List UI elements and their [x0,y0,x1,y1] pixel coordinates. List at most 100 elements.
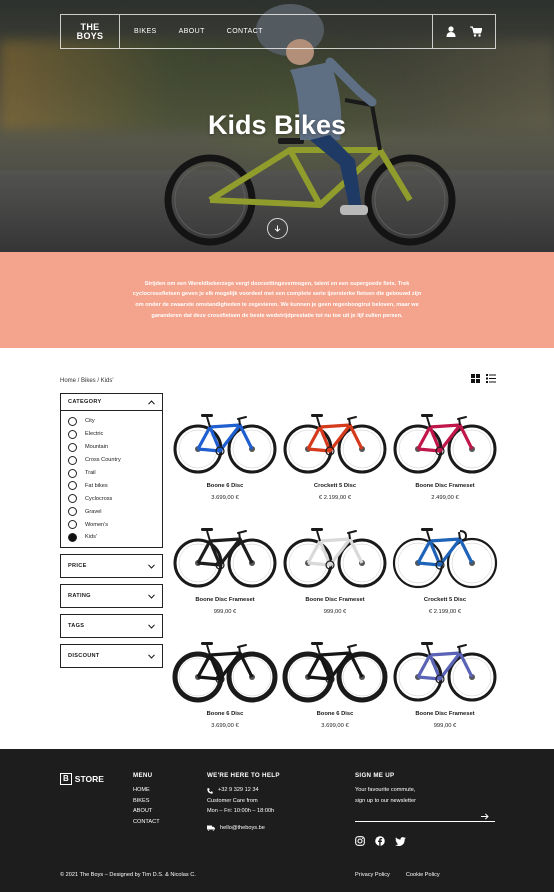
footer-email[interactable]: hello@theboys.be [220,823,265,833]
product-price: 999,00 € [433,723,457,729]
nav-icons [432,15,495,48]
radio-button[interactable] [68,507,77,517]
chevron-down-icon [148,563,155,569]
product-card[interactable]: Crockett 5 Disc € 2.199,00 € [390,513,500,615]
view-toggle [471,374,496,383]
newsletter-email-input[interactable] [355,812,495,822]
footer-care-line1: Customer Care from [207,797,258,804]
product-card[interactable]: Boone Disc Frameset 999,00 € [280,513,390,615]
category-option[interactable]: Mountain [68,441,162,454]
product-card[interactable]: Boone 6 Disc 3.699,00 € [170,399,280,501]
footer: B STORE MENU HOME BIKES ABOUT CONTACT WE… [0,749,554,892]
newsletter-line2: sign up to our newsletter [355,797,416,804]
product-card[interactable]: Boone Disc Frameset 999,00 € [170,513,280,615]
other-filters: PRICE RATING TAGS DISCOUNT [60,554,163,668]
category-option[interactable]: Trail [68,467,162,480]
bike-image[interactable] [282,633,388,705]
newsletter-line1: Your favourite commute, [355,787,416,794]
product-name[interactable]: Boone Disc Frameset [390,483,500,489]
footer-link-contact[interactable]: CONTACT [133,817,160,827]
footer-logo[interactable]: B STORE [60,773,104,785]
cart-icon[interactable] [469,26,482,37]
footer-link-about[interactable]: ABOUT [133,806,160,816]
twitter-icon[interactable] [395,836,406,846]
product-card[interactable]: Crockett 5 Disc € 2.199,00 € [280,399,390,501]
category-option-label: Fat bikes [85,482,108,489]
category-option-label: Mountain [85,444,109,451]
category-option-label: Cyclocross [85,495,113,502]
grid-view-icon[interactable] [471,374,480,383]
product-name[interactable]: Boone Disc Frameset [280,597,390,603]
scroll-down-button[interactable] [267,218,288,239]
product-name[interactable]: Boone 6 Disc [170,711,280,717]
cookie-policy-link[interactable]: Cookie Policy [406,872,440,878]
product-card[interactable]: Boone 6 Disc 3.699,00 € [280,627,390,729]
radio-button[interactable] [68,532,77,542]
radio-button[interactable] [68,494,77,504]
filter-rating[interactable]: RATING [60,584,163,608]
radio-button[interactable] [68,429,77,439]
nav-link-bikes[interactable]: BIKES [134,28,157,35]
radio-button[interactable] [68,416,77,426]
bike-image[interactable] [392,519,498,591]
filter-price[interactable]: PRICE [60,554,163,578]
category-option[interactable]: Electric [68,428,162,441]
product-card[interactable]: Boone 6 Disc 3.699,00 € [170,627,280,729]
bike-image[interactable] [172,519,278,591]
radio-button[interactable] [68,520,77,530]
user-icon[interactable] [446,26,456,37]
footer-link-home[interactable]: HOME [133,785,160,795]
bike-image[interactable] [172,405,278,477]
product-price: € 2.199,00 € [318,495,352,501]
footer-care-line2: Mon – Fri: 10:00h – 18:00h [207,808,275,815]
product-name[interactable]: Boone 6 Disc [170,483,280,489]
product-price: 2.499,00 € [431,495,459,501]
nav-link-about[interactable]: ABOUT [179,28,205,35]
product-name[interactable]: Boone Disc Frameset [390,711,500,717]
product-name[interactable]: Crockett 5 Disc [390,597,500,603]
list-view-icon[interactable] [486,374,496,383]
product-price: 3.699,00 € [211,723,239,729]
nav-link-contact[interactable]: CONTACT [227,28,263,35]
breadcrumb[interactable]: Home / Bikes / Kids' [60,378,114,384]
footer-logo-text: STORE [74,774,104,784]
facebook-icon[interactable] [375,836,385,846]
bike-image[interactable] [282,405,388,477]
radio-button[interactable] [68,442,77,452]
radio-button[interactable] [68,455,77,465]
social-links [355,836,406,846]
delivery-truck-icon [207,825,215,831]
footer-link-bikes[interactable]: BIKES [133,796,160,806]
category-option-label: Trail [85,470,96,476]
product-name[interactable]: Boone 6 Disc [280,711,390,717]
brand-logo[interactable]: THE BOYS [61,15,120,48]
bike-image[interactable] [172,633,278,705]
category-option[interactable]: Cyclocross [68,492,162,505]
radio-button[interactable] [68,468,77,478]
instagram-icon[interactable] [355,836,365,846]
category-option[interactable]: Women's [68,518,162,531]
bike-image[interactable] [392,405,498,477]
category-filter-header[interactable]: CATEGORY [61,394,162,411]
footer-menu-title: MENU [133,772,153,779]
category-option[interactable]: Gravel [68,505,162,518]
arrow-right-icon[interactable] [481,813,489,820]
footer-phone[interactable]: +32 9 329 12 34 [218,785,259,795]
category-option-label: Women's [85,521,109,528]
radio-button[interactable] [68,481,77,491]
category-option[interactable]: Cross Country [68,454,162,467]
product-card[interactable]: Boone Disc Frameset 999,00 € [390,627,500,729]
category-option[interactable]: Fat bikes [68,479,162,492]
privacy-policy-link[interactable]: Privacy Policy [355,872,390,878]
bike-image[interactable] [282,519,388,591]
filter-tags[interactable]: TAGS [60,614,163,638]
bike-image[interactable] [392,633,498,705]
product-card[interactable]: Boone Disc Frameset 2.499,00 € [390,399,500,501]
filter-discount[interactable]: DISCOUNT [60,644,163,668]
product-price: 999,00 € [323,609,347,615]
product-name[interactable]: Crockett 5 Disc [280,483,390,489]
footer-logo-mark: B [60,773,72,785]
product-name[interactable]: Boone Disc Frameset [170,597,280,603]
category-option[interactable]: Kids' [68,531,162,544]
category-option[interactable]: City [68,415,162,428]
